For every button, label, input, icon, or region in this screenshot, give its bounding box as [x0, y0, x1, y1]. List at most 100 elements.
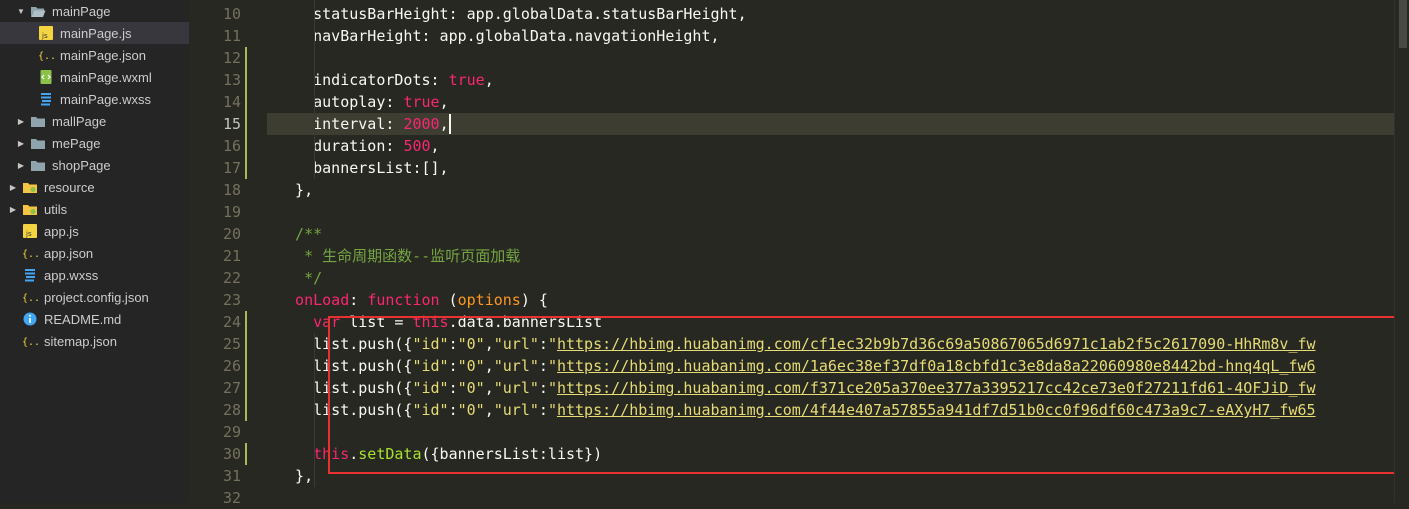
code-line[interactable]: list.push({"id":"0","url":"https://hbimg…	[277, 377, 1316, 399]
code-token: function	[367, 291, 440, 309]
file-tree-item[interactable]: ▶jsmainPage.js	[0, 22, 189, 44]
file-tree-item[interactable]: ▶ shopPage	[0, 154, 189, 176]
code-token: ,	[484, 335, 494, 353]
code-token: true	[403, 93, 440, 111]
code-line[interactable]: * 生命周期函数--监听页面加载	[277, 245, 520, 267]
code-line[interactable]: onLoad: function (options) {	[277, 289, 548, 311]
line-number: 24	[222, 313, 241, 331]
file-tree-item[interactable]: ▶{..}project.config.json	[0, 286, 189, 308]
code-line[interactable]: navBarHeight: app.globalData.navgationHe…	[277, 25, 719, 47]
code-line[interactable]: list.push({"id":"0","url":"https://hbimg…	[277, 399, 1316, 421]
file-tree-item[interactable]: ▶{..}app.json	[0, 242, 189, 264]
vertical-scrollbar[interactable]	[1394, 0, 1409, 503]
code-line[interactable]: },	[277, 465, 313, 487]
code-line[interactable]: interval: 2000,	[277, 113, 448, 135]
wxss-file-icon	[38, 92, 54, 106]
chevron-right-icon[interactable]: ▶	[16, 117, 26, 126]
chevron-right-icon[interactable]: ▶	[8, 183, 18, 192]
code-token: onLoad	[277, 291, 350, 309]
code-token: :	[538, 335, 548, 353]
file-tree-item[interactable]: ▶ mallPage	[0, 110, 189, 132]
file-tree-label: mainPage.json	[60, 47, 146, 63]
file-tree-item[interactable]: ▶jsapp.js	[0, 220, 189, 242]
code-token: :	[448, 335, 458, 353]
code-token: :	[448, 401, 458, 419]
file-tree-item[interactable]: ▶app.wxss	[0, 264, 189, 286]
url-link[interactable]: https://hbimg.huabanimg.com/4f44e407a578…	[557, 401, 1316, 419]
code-line[interactable]: list.push({"id":"0","url":"https://hbimg…	[277, 355, 1316, 377]
code-token: true	[448, 71, 485, 89]
line-number: 21	[222, 247, 241, 265]
code-line[interactable]: list.push({"id":"0","url":"https://hbimg…	[277, 333, 1316, 355]
chevron-right-icon[interactable]: ▶	[16, 161, 26, 170]
wxml-file-icon	[38, 70, 54, 84]
wxss-file-icon	[22, 268, 38, 282]
file-tree-label: sitemap.json	[44, 333, 117, 349]
code-line[interactable]: },	[277, 179, 313, 201]
code-token: :	[538, 379, 548, 397]
code-token: 500	[403, 137, 431, 155]
file-tree-item[interactable]: ▶README.md	[0, 308, 189, 330]
code-token: ({bannersList:list})	[421, 445, 603, 463]
line-number-gutter: 10 11 12 13 14 15 16 17 18 19 20 21 22 23 24 25 26 27 28 29…	[189, 0, 267, 507]
json-file-icon: {..}	[22, 334, 38, 348]
line-number: 25	[222, 335, 241, 353]
code-line[interactable]: */	[277, 267, 322, 289]
file-tree-item[interactable]: ▶ mePage	[0, 132, 189, 154]
svg-text:{..}: {..}	[22, 293, 38, 304]
file-tree-label: mePage	[52, 135, 101, 151]
chevron-right-icon[interactable]: ▶	[16, 139, 26, 148]
modified-line-marker	[245, 47, 247, 179]
code-line[interactable]: bannersList:[],	[277, 157, 448, 179]
code-token: duration:	[277, 137, 404, 155]
line-number: 31	[222, 467, 241, 485]
code-token: ,	[484, 379, 494, 397]
code-token: "0"	[457, 401, 485, 419]
file-explorer: ▼ mainPage ▶ js mainPage.js ▶ {..} mainPage.jso…	[0, 0, 189, 503]
file-tree-item[interactable]: ▶mainPage.wxml	[0, 66, 189, 88]
file-tree-item[interactable]: ▶ resource	[0, 176, 189, 198]
chevron-right-icon[interactable]: ▶	[8, 205, 18, 214]
line-number: 29	[222, 423, 241, 441]
code-token: interval:	[277, 115, 404, 133]
code-token: "id"	[412, 357, 449, 375]
code-line[interactable]: statusBarHeight: app.globalData.statusBa…	[277, 3, 747, 25]
svg-text:{..}: {..}	[22, 337, 38, 348]
json-file-icon: {..}	[22, 246, 38, 260]
file-tree-item[interactable]: ▶ utils	[0, 198, 189, 220]
code-line[interactable]: indicatorDots: true,	[277, 69, 494, 91]
line-number: 26	[222, 357, 241, 375]
file-tree-item[interactable]: ▶{..}sitemap.json	[0, 330, 189, 352]
file-tree-label: mainPage.wxml	[60, 69, 152, 85]
file-tree-item[interactable]: ▼ mainPage	[0, 0, 189, 22]
code-token: "id"	[412, 401, 449, 419]
code-line[interactable]: autoplay: true,	[277, 91, 449, 113]
file-tree-label: mainPage.js	[60, 25, 132, 41]
url-link[interactable]: https://hbimg.huabanimg.com/f371ce205a37…	[557, 379, 1316, 397]
code-editor[interactable]: statusBarHeight: app.globalData.statusBa…	[267, 0, 1394, 503]
code-line[interactable]: var list = this.data.bannersList	[277, 311, 602, 333]
file-tree-item[interactable]: ▶mainPage.wxss	[0, 88, 189, 110]
line-number: 14	[222, 93, 241, 111]
code-line[interactable]: duration: 500,	[277, 135, 439, 157]
special-folder-icon	[22, 180, 38, 194]
code-token: ,	[439, 93, 449, 111]
chevron-down-icon[interactable]: ▼	[16, 7, 26, 16]
code-line[interactable]: /**	[277, 223, 322, 245]
line-number: 18	[222, 181, 241, 199]
javascript-file-icon: js	[38, 26, 54, 40]
svg-text:js: js	[25, 230, 32, 238]
url-link[interactable]: https://hbimg.huabanimg.com/1a6ec38ef37d…	[557, 357, 1316, 375]
modified-line-marker	[245, 311, 247, 421]
file-tree-item[interactable]: ▶{..}mainPage.json	[0, 44, 189, 66]
file-tree-label: mallPage	[52, 113, 107, 129]
code-token: "url"	[493, 357, 539, 375]
svg-text:{..}: {..}	[22, 249, 38, 260]
code-line[interactable]: this.setData({bannersList:list})	[277, 443, 602, 465]
url-link[interactable]: https://hbimg.huabanimg.com/cf1ec32b9b7d…	[557, 335, 1316, 353]
code-token: /**	[277, 225, 323, 243]
line-number: 30	[222, 445, 241, 463]
line-number: 11	[222, 27, 241, 45]
code-token: statusBarHeight: app.globalData.statusBa…	[277, 5, 747, 23]
scrollbar-thumb[interactable]	[1399, 0, 1407, 48]
